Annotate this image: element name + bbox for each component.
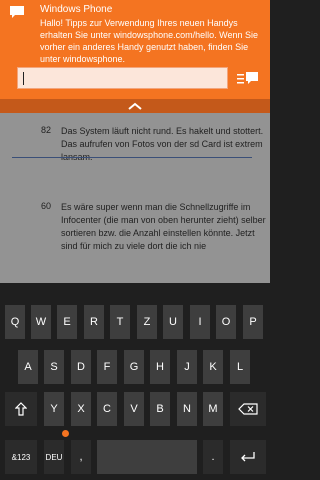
key-i[interactable]: I bbox=[190, 305, 210, 339]
period-key[interactable]: . bbox=[203, 440, 223, 474]
on-screen-keyboard: Q W E R T Z U I O P A S D F G H J K L Y … bbox=[0, 283, 270, 480]
text-caret bbox=[23, 72, 24, 85]
key-u[interactable]: U bbox=[163, 305, 183, 339]
key-n[interactable]: N bbox=[177, 392, 197, 426]
comma-key[interactable]: , bbox=[71, 440, 91, 474]
divider bbox=[12, 157, 252, 158]
key-b[interactable]: B bbox=[150, 392, 170, 426]
key-s[interactable]: S bbox=[44, 350, 64, 384]
feedback-text: Es wäre super wenn man die Schnellzugrif… bbox=[61, 202, 266, 251]
vote-count: 82 bbox=[40, 125, 51, 135]
shift-icon bbox=[15, 402, 27, 416]
vote-count: 60 bbox=[40, 201, 51, 211]
feedback-list: 82 Das System läuft nicht rund. Es hakel… bbox=[0, 113, 270, 283]
feedback-text: Das System läuft nicht rund. Es hakelt u… bbox=[61, 126, 264, 162]
key-r[interactable]: R bbox=[84, 305, 104, 339]
language-key[interactable]: DEU bbox=[44, 440, 64, 474]
key-v[interactable]: V bbox=[124, 392, 144, 426]
key-l[interactable]: L bbox=[230, 350, 250, 384]
backspace-key[interactable] bbox=[230, 392, 266, 426]
key-g[interactable]: G bbox=[124, 350, 144, 384]
key-h[interactable]: H bbox=[150, 350, 170, 384]
collapse-strip[interactable] bbox=[0, 99, 270, 113]
key-q[interactable]: Q bbox=[5, 305, 25, 339]
key-m[interactable]: M bbox=[203, 392, 223, 426]
key-k[interactable]: K bbox=[203, 350, 223, 384]
key-y[interactable]: Y bbox=[44, 392, 64, 426]
key-j[interactable]: J bbox=[177, 350, 197, 384]
key-a[interactable]: A bbox=[18, 350, 38, 384]
enter-icon bbox=[241, 452, 255, 462]
enter-key[interactable] bbox=[230, 440, 266, 474]
notification-title: Windows Phone bbox=[40, 4, 113, 15]
notification-toast[interactable]: Windows Phone Hallo! Tipps zur Verwendun… bbox=[0, 0, 270, 99]
reply-input[interactable] bbox=[17, 67, 228, 89]
key-d[interactable]: D bbox=[71, 350, 91, 384]
symbols-key[interactable]: &123 bbox=[5, 440, 37, 474]
key-z[interactable]: Z bbox=[137, 305, 157, 339]
notification-body: Hallo! Tipps zur Verwendung Ihres neuen … bbox=[40, 18, 258, 64]
cursor-indicator bbox=[62, 430, 69, 437]
key-p[interactable]: P bbox=[243, 305, 263, 339]
chevron-up-icon[interactable] bbox=[127, 102, 143, 111]
backspace-icon bbox=[238, 403, 258, 415]
space-key[interactable] bbox=[97, 440, 197, 474]
key-e[interactable]: E bbox=[57, 305, 77, 339]
shift-key[interactable] bbox=[5, 392, 37, 426]
reply-icon[interactable] bbox=[237, 71, 259, 87]
key-o[interactable]: O bbox=[216, 305, 236, 339]
key-f[interactable]: F bbox=[97, 350, 117, 384]
key-t[interactable]: T bbox=[110, 305, 130, 339]
key-c[interactable]: C bbox=[97, 392, 117, 426]
key-x[interactable]: X bbox=[71, 392, 91, 426]
message-icon bbox=[10, 6, 24, 18]
key-w[interactable]: W bbox=[31, 305, 51, 339]
